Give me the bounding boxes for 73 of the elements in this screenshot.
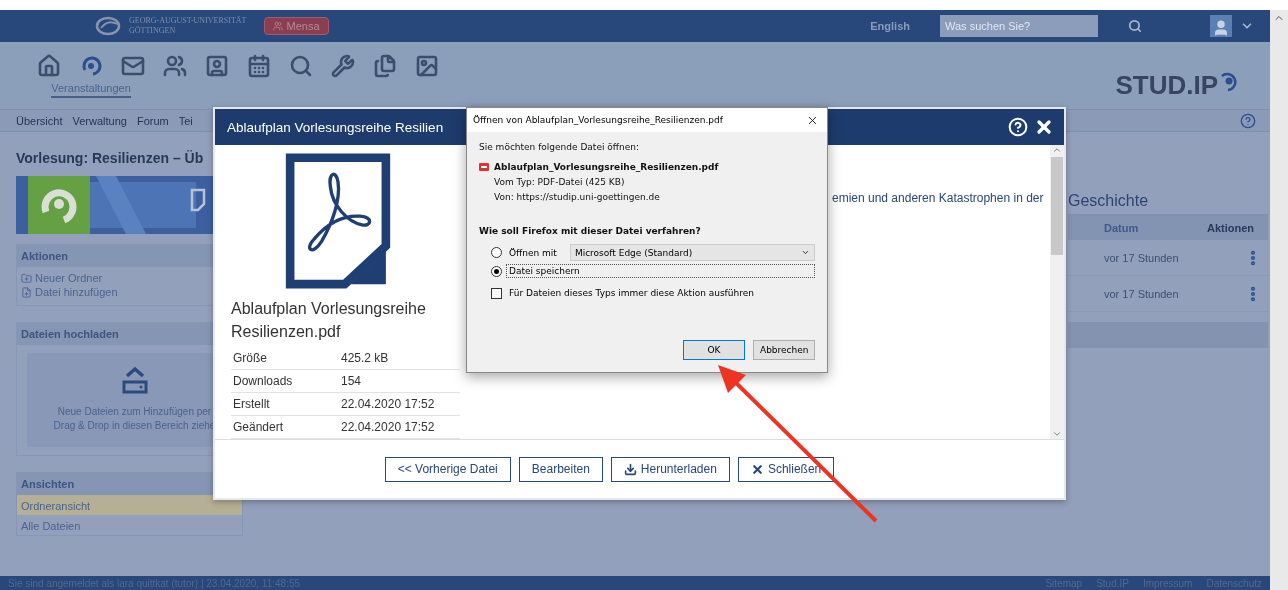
action-link[interactable]: Datei hinzufügen xyxy=(17,285,242,299)
detail-label: Geändert xyxy=(233,420,285,434)
description-text: emien und anderen Katastrophen in der xyxy=(832,191,1045,205)
column-header: Aktionen xyxy=(1206,222,1254,234)
file-plus-icon xyxy=(21,286,32,298)
detail-label: Größe xyxy=(233,350,268,365)
tab[interactable]: Verwaltung xyxy=(72,114,127,127)
brand-logo: STUD.IP xyxy=(1115,70,1240,101)
close-icon xyxy=(750,462,764,476)
calendar-icon xyxy=(247,54,271,78)
view-link[interactable]: Ordneransicht xyxy=(17,495,242,515)
column-header: Datum xyxy=(1104,222,1139,234)
detail-value: 22.04.2020 17:52 xyxy=(341,396,436,411)
language-link[interactable]: English xyxy=(870,20,910,32)
home-icon xyxy=(37,54,61,78)
checkbox[interactable] xyxy=(491,287,502,299)
tools-icon xyxy=(331,54,355,78)
option-label[interactable]: Öffnen mit xyxy=(506,245,560,260)
detail-value: 22.04.2020 17:52 xyxy=(341,420,436,434)
search-field[interactable]: Was suchen Sie? xyxy=(940,15,1098,37)
file-name: Ablaufplan_Vorlesungsreihe_Resilienzen.pdf xyxy=(494,162,719,172)
radio-button[interactable] xyxy=(491,247,502,258)
folder-plus-icon xyxy=(21,272,32,284)
download-icon xyxy=(623,462,637,476)
view-link[interactable]: Alle Dateien xyxy=(17,515,242,535)
dialog-button[interactable]: Herunterladen xyxy=(610,456,730,482)
logo-icon xyxy=(95,16,121,36)
dialog-button[interactable]: OK xyxy=(683,340,745,360)
people-icon xyxy=(163,54,187,78)
app-select[interactable]: Microsoft Edge (Standard) xyxy=(569,244,815,261)
logo-text: GEORG-AUGUST-UNIVERSITÄT xyxy=(129,16,247,26)
dialog-button[interactable]: Abbrechen xyxy=(753,340,815,360)
avatar-icon[interactable] xyxy=(1210,15,1232,37)
logo-text: GÖTTINGEN xyxy=(129,26,177,36)
tab[interactable]: Forum xyxy=(136,114,169,127)
close-icon[interactable] xyxy=(1034,117,1054,137)
page-title: Vorlesung: Resilienzen – Üb xyxy=(16,150,205,166)
scroll-up-icon[interactable] xyxy=(1052,145,1062,155)
table-cell: vor 17 Stunden xyxy=(1104,287,1179,300)
radio-button[interactable] xyxy=(491,265,502,277)
prompt-text: Sie möchten folgende Datei öffnen: xyxy=(479,142,640,152)
search-icon xyxy=(289,54,313,78)
drop-hint: Neue Dateien zum Hinzufügen per xyxy=(57,405,212,419)
chevron-down-icon xyxy=(801,248,810,257)
detail-value: 154 xyxy=(341,373,363,388)
option-label[interactable]: Datei speichern xyxy=(506,264,815,278)
tab[interactable]: Tei xyxy=(178,114,193,127)
detail-value: 425.2 kB xyxy=(341,350,390,365)
detail-label: Erstellt xyxy=(233,396,271,411)
image-icon xyxy=(415,54,439,78)
people-icon xyxy=(273,21,284,31)
action-link[interactable]: Neuer Ordner xyxy=(17,271,242,285)
file-type: Vom Typ: PDF-Datei (425 KB) xyxy=(494,177,626,187)
mail-icon xyxy=(121,54,145,78)
detail-label: Downloads xyxy=(233,373,294,388)
search-icon[interactable] xyxy=(1128,19,1142,33)
dialog-title: Öffnen von Ablaufplan_Vorlesungsreihe_Resilienzen.pdf xyxy=(473,115,723,125)
profile-icon xyxy=(205,54,229,78)
file-source: Von: https://studip.uni-goettingen.de xyxy=(494,192,661,202)
tab[interactable]: Übersicht xyxy=(16,114,63,127)
nav-link[interactable]: Veranstaltungen xyxy=(51,82,131,98)
scrollbar[interactable] xyxy=(1050,145,1064,439)
dialog-button[interactable]: << Vorherige Datei xyxy=(384,456,511,482)
mensa-button[interactable]: Mensa xyxy=(264,17,329,35)
files-icon xyxy=(373,54,397,78)
dialog-button[interactable]: Schließen xyxy=(737,456,835,482)
table-cell: vor 17 Stunden xyxy=(1104,251,1179,264)
pdf-icon xyxy=(479,163,489,171)
scroll-down-icon[interactable] xyxy=(1052,429,1062,439)
question-text: Wie soll Firefox mit dieser Datei verfahren? xyxy=(479,226,702,236)
dialog-title: Ablaufplan Vorlesungsreihe Resilien xyxy=(227,119,444,135)
checkbox-label[interactable]: Für Dateien dieses Typs immer diese Aktion ausführen xyxy=(506,286,757,300)
dialog-button[interactable]: Bearbeiten xyxy=(518,456,603,482)
